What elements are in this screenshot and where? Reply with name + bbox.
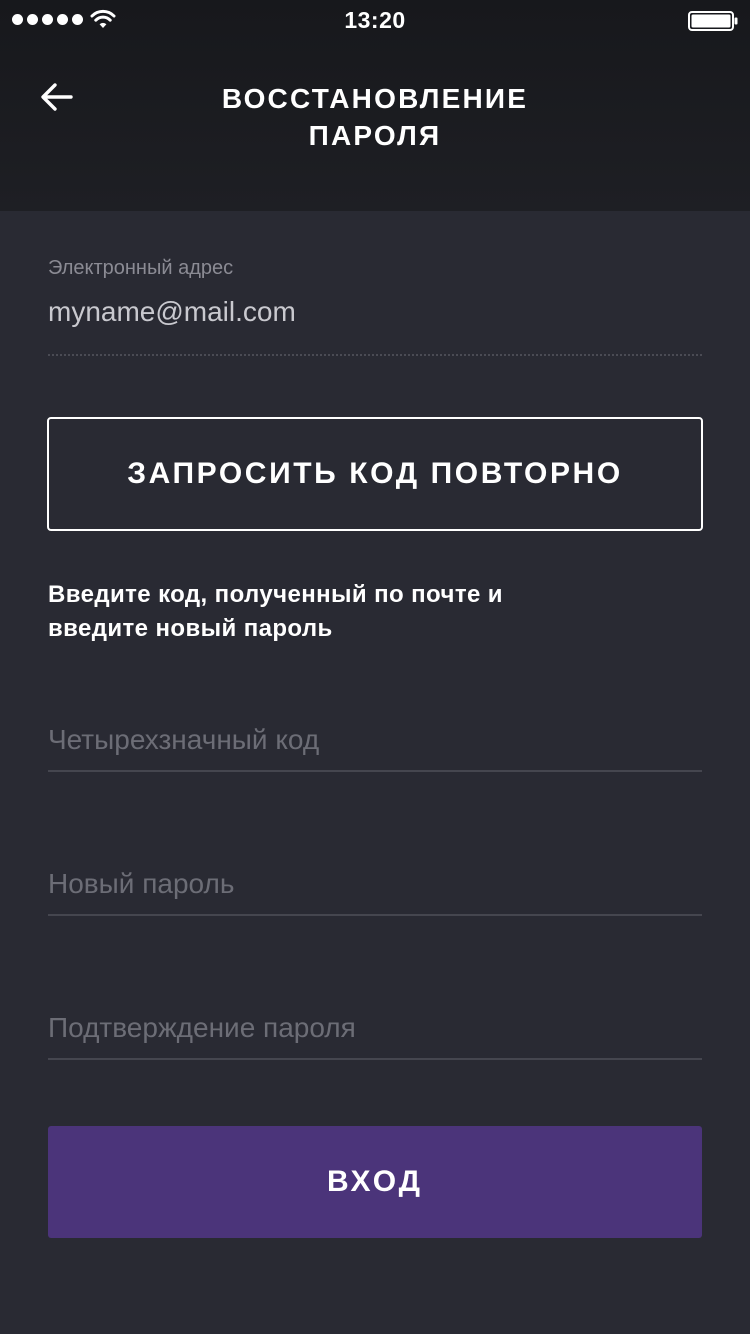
page-title: ВОССТАНОВЛЕНИЕ ПАРОЛЯ	[150, 80, 600, 154]
instruction-line-2: введите новый пароль	[48, 615, 333, 642]
instruction-line-1: Введите код, полученный по почте и	[48, 581, 503, 608]
code-field	[48, 712, 702, 772]
arrow-left-icon[interactable]	[36, 76, 78, 118]
new-password-field	[48, 856, 702, 916]
app-header: 13:20 ВОССТАНОВЛЕНИЕ ПАРОЛЯ	[0, 0, 750, 211]
code-input[interactable]	[48, 712, 702, 768]
email-label: Электронный адрес	[48, 257, 234, 279]
login-button[interactable]: ВХОД	[48, 1126, 702, 1238]
confirm-password-input[interactable]	[48, 1000, 702, 1056]
page-title-line-2: ПАРОЛЯ	[308, 120, 442, 151]
instruction-text: Введите код, полученный по почте и введи…	[48, 578, 668, 646]
email-value: myname@mail.com	[48, 296, 296, 327]
page-title-line-1: ВОССТАНОВЛЕНИЕ	[221, 83, 529, 114]
status-time: 13:20	[344, 7, 406, 33]
status-bar: 13:20	[0, 0, 750, 40]
resend-code-button[interactable]: ЗАПРОСИТЬ КОД ПОВТОРНО	[47, 417, 703, 531]
confirm-password-field	[48, 1000, 702, 1060]
new-password-input[interactable]	[48, 856, 702, 912]
battery-icon	[688, 11, 738, 31]
email-divider	[48, 354, 702, 356]
